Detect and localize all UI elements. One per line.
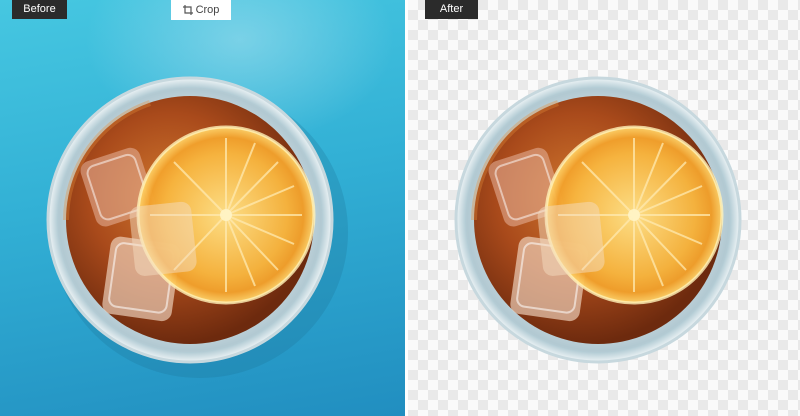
before-photo — [0, 0, 348, 378]
before-label: Before — [12, 0, 67, 19]
after-label: After — [425, 0, 478, 19]
after-panel — [408, 0, 800, 416]
crop-icon — [182, 5, 193, 15]
before-panel — [0, 0, 405, 416]
crop-button[interactable]: Crop — [171, 0, 231, 20]
after-photo — [408, 0, 800, 416]
crop-button-label: Crop — [195, 4, 220, 16]
